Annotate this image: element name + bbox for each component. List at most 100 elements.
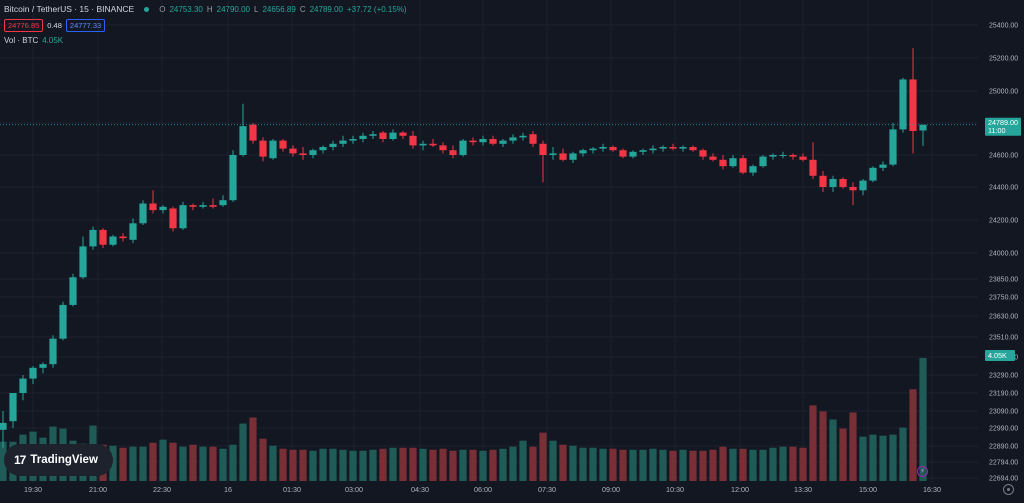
volume-bar xyxy=(429,449,437,481)
volume-bar xyxy=(699,450,707,481)
candle-body xyxy=(889,129,897,165)
volume-indicator-value: 4.05K xyxy=(42,36,64,45)
time-tick-label: 07:30 xyxy=(538,485,556,494)
price-tick-label: 25000.00 xyxy=(989,89,1018,96)
buy-button[interactable]: 24777.33 xyxy=(65,19,106,32)
chart-area[interactable]: 25400.0025200.0025000.0024800.0024600.00… xyxy=(0,0,1024,498)
volume-bar xyxy=(219,448,227,481)
candle-body xyxy=(39,364,47,368)
time-tick-label: 16:30 xyxy=(923,485,941,494)
time-tick-label: 16 xyxy=(224,485,232,494)
volume-bar xyxy=(689,450,697,481)
candle-body xyxy=(899,79,907,130)
volume-bar xyxy=(629,449,637,481)
candle-body xyxy=(659,147,667,149)
sell-button[interactable]: 24776.85 xyxy=(4,19,44,32)
lightning-icon[interactable]: ⚡ xyxy=(917,466,928,477)
candle-body xyxy=(439,145,447,151)
volume-bar xyxy=(539,432,547,481)
volume-bar xyxy=(749,449,757,481)
volume-bar xyxy=(309,450,317,481)
volume-bar xyxy=(449,450,457,481)
candle-body xyxy=(219,200,227,206)
volume-bar xyxy=(459,449,467,481)
time-tick-label: 15:00 xyxy=(859,485,877,494)
candle-body xyxy=(379,132,387,139)
volume-bar xyxy=(509,446,517,481)
candle-body xyxy=(839,179,847,187)
volume-bar xyxy=(259,438,267,481)
candle-body xyxy=(69,277,77,305)
volume-bar xyxy=(769,447,777,481)
candle-body xyxy=(399,132,407,136)
volume-bar xyxy=(329,448,337,481)
volume-bar xyxy=(359,450,367,481)
market-status-icon[interactable] xyxy=(144,7,150,12)
volume-bar xyxy=(889,434,897,481)
price-tick-label: 22890.00 xyxy=(989,444,1018,451)
volume-bar xyxy=(919,358,927,481)
volume-bar xyxy=(519,440,527,481)
candle-body xyxy=(129,223,137,240)
candle-body xyxy=(649,148,657,151)
price-tick-label: 23090.00 xyxy=(989,409,1018,416)
candle-body xyxy=(59,304,67,339)
candle-body xyxy=(609,147,617,151)
volume-bar xyxy=(789,446,797,481)
candle-body xyxy=(479,139,487,143)
candle-body xyxy=(549,153,557,155)
candle-body xyxy=(739,158,747,173)
volume-bar xyxy=(369,449,377,481)
volume-bar xyxy=(479,450,487,481)
symbol-title[interactable]: Bitcoin / TetherUS · 15 · BINANCE xyxy=(4,4,134,15)
price-scale[interactable]: 25400.0025200.0025000.0024800.0024600.00… xyxy=(0,0,1024,483)
time-tick-label: 09:00 xyxy=(602,485,620,494)
candle-body xyxy=(819,175,827,187)
volume-bar xyxy=(199,446,207,481)
candle-body xyxy=(869,167,877,181)
candle-body xyxy=(349,139,357,141)
volume-bar xyxy=(269,445,277,481)
candle-body xyxy=(679,147,687,149)
candle-body xyxy=(289,148,297,154)
volume-bar xyxy=(799,447,807,481)
candle-body xyxy=(709,156,717,160)
candle-body xyxy=(299,153,307,155)
volume-bar xyxy=(139,446,147,481)
volume-bar xyxy=(389,447,397,481)
volume-legend-row[interactable]: Vol · BTC 4.05K xyxy=(4,35,407,46)
candle-body xyxy=(849,187,857,191)
candle-body xyxy=(599,147,607,149)
time-tick-label: 01:30 xyxy=(283,485,301,494)
tradingview-logo-icon: 17 xyxy=(14,453,26,467)
buy-sell-row: 24776.85 0.48 24777.33 xyxy=(4,19,407,32)
settings-gear-icon[interactable] xyxy=(1003,484,1014,495)
volume-bar xyxy=(129,446,137,481)
candle-body xyxy=(579,150,587,154)
tradingview-logo[interactable]: 17 TradingView xyxy=(4,444,113,476)
candle-body xyxy=(719,159,727,167)
candle-body xyxy=(249,124,257,141)
candle-body xyxy=(769,155,777,157)
volume-bar xyxy=(489,449,497,481)
candle-body xyxy=(109,236,117,245)
symbol-row: Bitcoin / TetherUS · 15 · BINANCE O 24753… xyxy=(4,4,407,15)
time-tick-label: 03:00 xyxy=(345,485,363,494)
time-tick-label: 12:00 xyxy=(731,485,749,494)
volume-bar xyxy=(599,448,607,481)
time-scale[interactable]: 19:30 21:00 22:30 16 01:30 03:00 04:30 06:00 07:… xyxy=(0,482,1024,498)
volume-bar xyxy=(739,448,747,481)
volume-bar xyxy=(819,411,827,481)
volume-bar xyxy=(379,448,387,481)
price-tick-label: 24000.00 xyxy=(989,251,1018,258)
price-tick-labels: 25400.0025200.0025000.0024800.0024600.00… xyxy=(989,23,1018,483)
candle-body xyxy=(699,150,707,157)
price-chart-svg[interactable]: 25400.0025200.0025000.0024800.0024600.00… xyxy=(0,0,1024,498)
candle-body xyxy=(389,132,397,139)
price-tick-label: 24600.00 xyxy=(989,153,1018,160)
candle-body xyxy=(779,155,787,156)
close-label: C xyxy=(299,5,306,14)
candle-body xyxy=(199,205,207,207)
candle-body xyxy=(729,158,737,167)
candle-body xyxy=(209,205,217,207)
